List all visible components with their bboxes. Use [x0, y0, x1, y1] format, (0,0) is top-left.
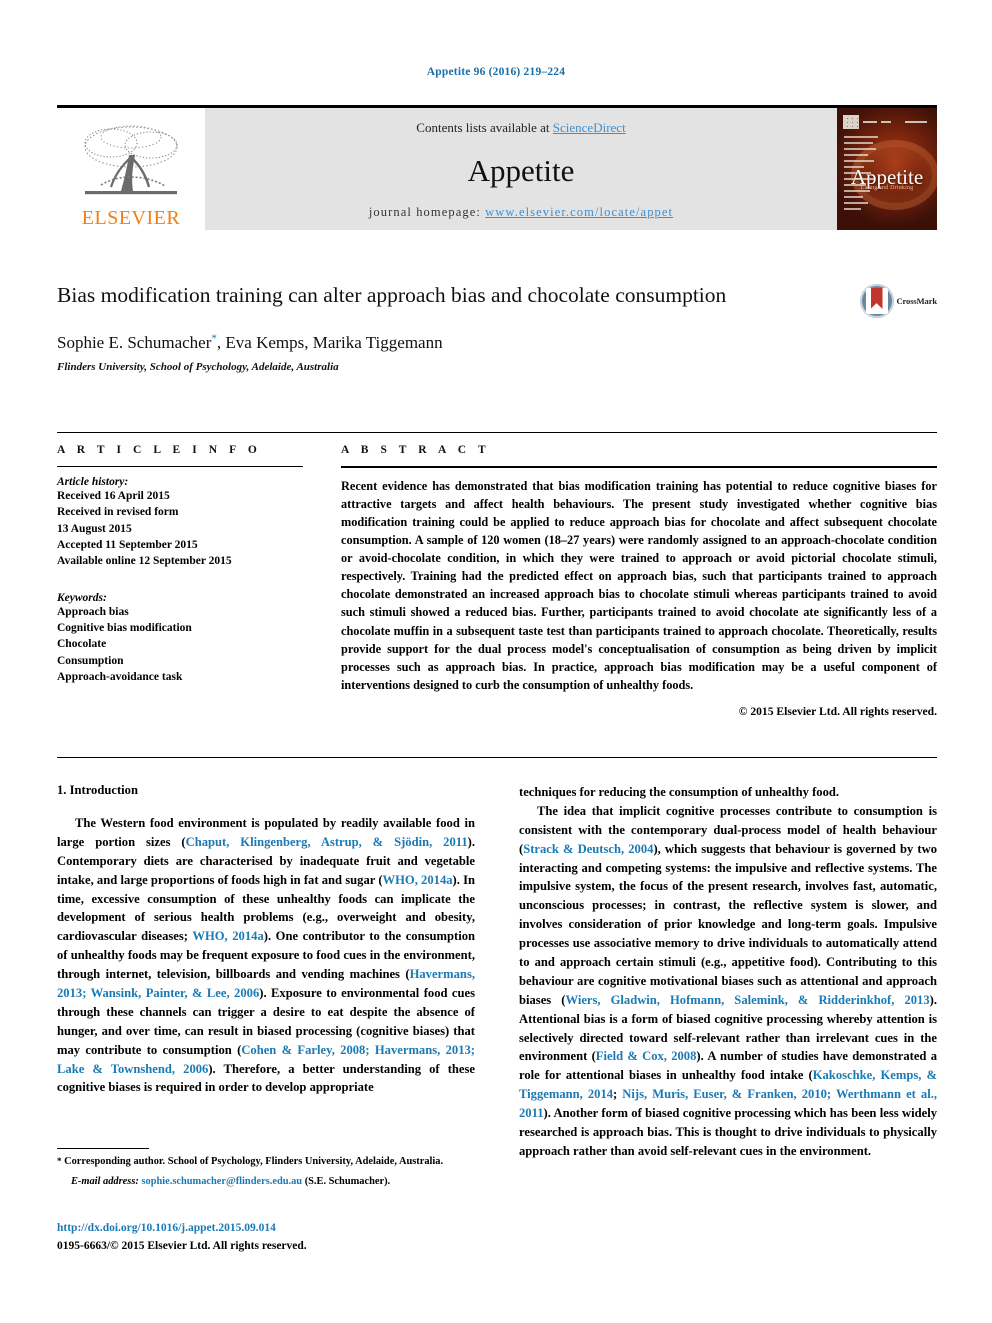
email-suffix: (S.E. Schumacher). — [302, 1175, 391, 1187]
history-item: Received 16 April 2015 — [57, 490, 170, 502]
authors-text: Sophie E. Schumacher*, Eva Kemps, Marika… — [57, 331, 443, 352]
keyword-item: Chocolate — [57, 638, 107, 651]
journal-cover-thumbnail[interactable]: Appetite Eating and Drinking — [837, 108, 937, 230]
contents-prefix: Contents lists available at — [416, 120, 553, 135]
article-info-column: A R T I C L E I N F O Article history: R… — [57, 444, 303, 718]
intro-paragraph-left: The Western food environment is populate… — [57, 814, 475, 1097]
footnote-rule — [57, 1148, 149, 1149]
citation-link[interactable]: Wiers, Gladwin, Hofmann, Salemink, & Rid… — [565, 993, 929, 1007]
footnote-text: Corresponding author. School of Psycholo… — [61, 1156, 444, 1167]
sciencedirect-link[interactable]: ScienceDirect — [553, 120, 626, 135]
info-heading-rule — [57, 466, 303, 467]
footnote-block: * Corresponding author. School of Psycho… — [57, 1148, 475, 1195]
elsevier-tree-icon — [84, 125, 178, 195]
article-info-heading: A R T I C L E I N F O — [57, 444, 262, 456]
title-block: Bias modification training can alter app… — [57, 282, 937, 373]
elsevier-wordmark: ELSEVIER — [81, 207, 181, 229]
info-abstract-region: A R T I C L E I N F O Article history: R… — [57, 444, 937, 718]
intro-paragraph-right: The idea that implicit cognitive process… — [519, 802, 937, 1161]
homepage-prefix: journal homepage: — [368, 205, 486, 219]
citation-link[interactable]: WHO, 2014a — [383, 873, 453, 887]
citation-link[interactable]: Strack & Deutsch, 2004 — [523, 842, 653, 856]
issn-copyright-line: 0195-6663/© 2015 Elsevier Ltd. All right… — [57, 1240, 307, 1252]
elsevier-logo[interactable]: ELSEVIER — [57, 108, 205, 230]
article-page: Appetite 96 (2016) 219–224 ELSEVIER Cont… — [0, 0, 992, 1323]
abstract-heading: A B S T R A C T — [341, 444, 491, 456]
body-top-rule — [57, 757, 937, 758]
crossmark-badge[interactable]: CrossMark — [859, 284, 938, 318]
journal-homepage-link[interactable]: www.elsevier.com/locate/appet — [485, 205, 673, 219]
citation-link[interactable]: WHO, 2014a — [192, 929, 263, 943]
crossmark-label: CrossMark — [896, 296, 938, 306]
abstract-copyright: © 2015 Elsevier Ltd. All rights reserved… — [738, 704, 937, 718]
page-title: Bias modification training can alter app… — [57, 283, 727, 307]
body-column-left: 1. Introduction The Western food environ… — [57, 783, 475, 1161]
citation-link[interactable]: Field & Cox, 2008 — [596, 1049, 697, 1063]
keyword-item: Cognitive bias modification — [57, 621, 192, 634]
author-list: Sophie E. Schumacher*, Eva Kemps, Marika… — [57, 332, 937, 353]
running-head: Appetite 96 (2016) 219–224 — [426, 66, 566, 78]
text-run: ). Another form of biased cognitive proc… — [519, 1106, 937, 1158]
keywords-block: Keywords: Approach bias Cognitive bias m… — [57, 592, 303, 686]
cover-topbar — [843, 114, 931, 130]
affiliation: Flinders University, School of Psycholog… — [57, 360, 339, 373]
text-run: ), which suggests that behaviour is gove… — [519, 841, 937, 1007]
abstract-column: A B S T R A C T Recent evidence has demo… — [341, 444, 937, 718]
info-top-rule — [57, 432, 937, 433]
citation-link[interactable]: Chaput, Klingenberg, Astrup, & Sjödin, 2… — [186, 835, 468, 849]
cover-grid-icon — [843, 115, 859, 129]
journal-homepage-line: journal homepage: www.elsevier.com/locat… — [369, 205, 673, 220]
document-footer: http://dx.doi.org/10.1016/j.appet.2015.0… — [57, 1222, 487, 1254]
crossmark-icon — [859, 284, 894, 318]
text-run: ; — [613, 1087, 623, 1102]
article-history-label: Article history: — [57, 476, 129, 488]
keyword-item: Consumption — [57, 654, 124, 667]
journal-name: Appetite — [467, 153, 575, 188]
abstract-heading-rule — [341, 466, 937, 468]
corresponding-author-note: * Corresponding author. School of Psycho… — [57, 1155, 475, 1170]
doi-link[interactable]: http://dx.doi.org/10.1016/j.appet.2015.0… — [57, 1222, 487, 1234]
body-columns: 1. Introduction The Western food environ… — [57, 783, 937, 1161]
history-item: Available online 12 September 2015 — [57, 555, 232, 568]
abstract-text: Recent evidence has demonstrated that bi… — [341, 479, 937, 692]
body-column-right: techniques for reducing the consumption … — [519, 783, 937, 1161]
keyword-item: Approach-avoidance task — [57, 670, 183, 683]
email-note: E-mail address: sophie.schumacher@flinde… — [57, 1175, 475, 1190]
masthead-center: Contents lists available at ScienceDirec… — [205, 108, 837, 230]
history-item: 13 August 2015 — [57, 522, 132, 535]
keywords-label: Keywords: — [57, 591, 107, 604]
contents-available-line: Contents lists available at ScienceDirec… — [416, 120, 625, 136]
history-item: Received in revised form — [57, 506, 179, 519]
cover-lowerlines — [844, 178, 874, 214]
email-link[interactable]: sophie.schumacher@flinders.edu.au — [141, 1176, 302, 1187]
journal-masthead: ELSEVIER Contents lists available at Sci… — [57, 108, 937, 230]
email-label: E-mail address: — [71, 1175, 139, 1187]
history-item: Accepted 11 September 2015 — [57, 538, 198, 551]
keyword-item: Approach bias — [57, 605, 129, 618]
section-heading-introduction: 1. Introduction — [57, 783, 138, 797]
intro-paragraph-right-continued: techniques for reducing the consumption … — [519, 785, 840, 799]
